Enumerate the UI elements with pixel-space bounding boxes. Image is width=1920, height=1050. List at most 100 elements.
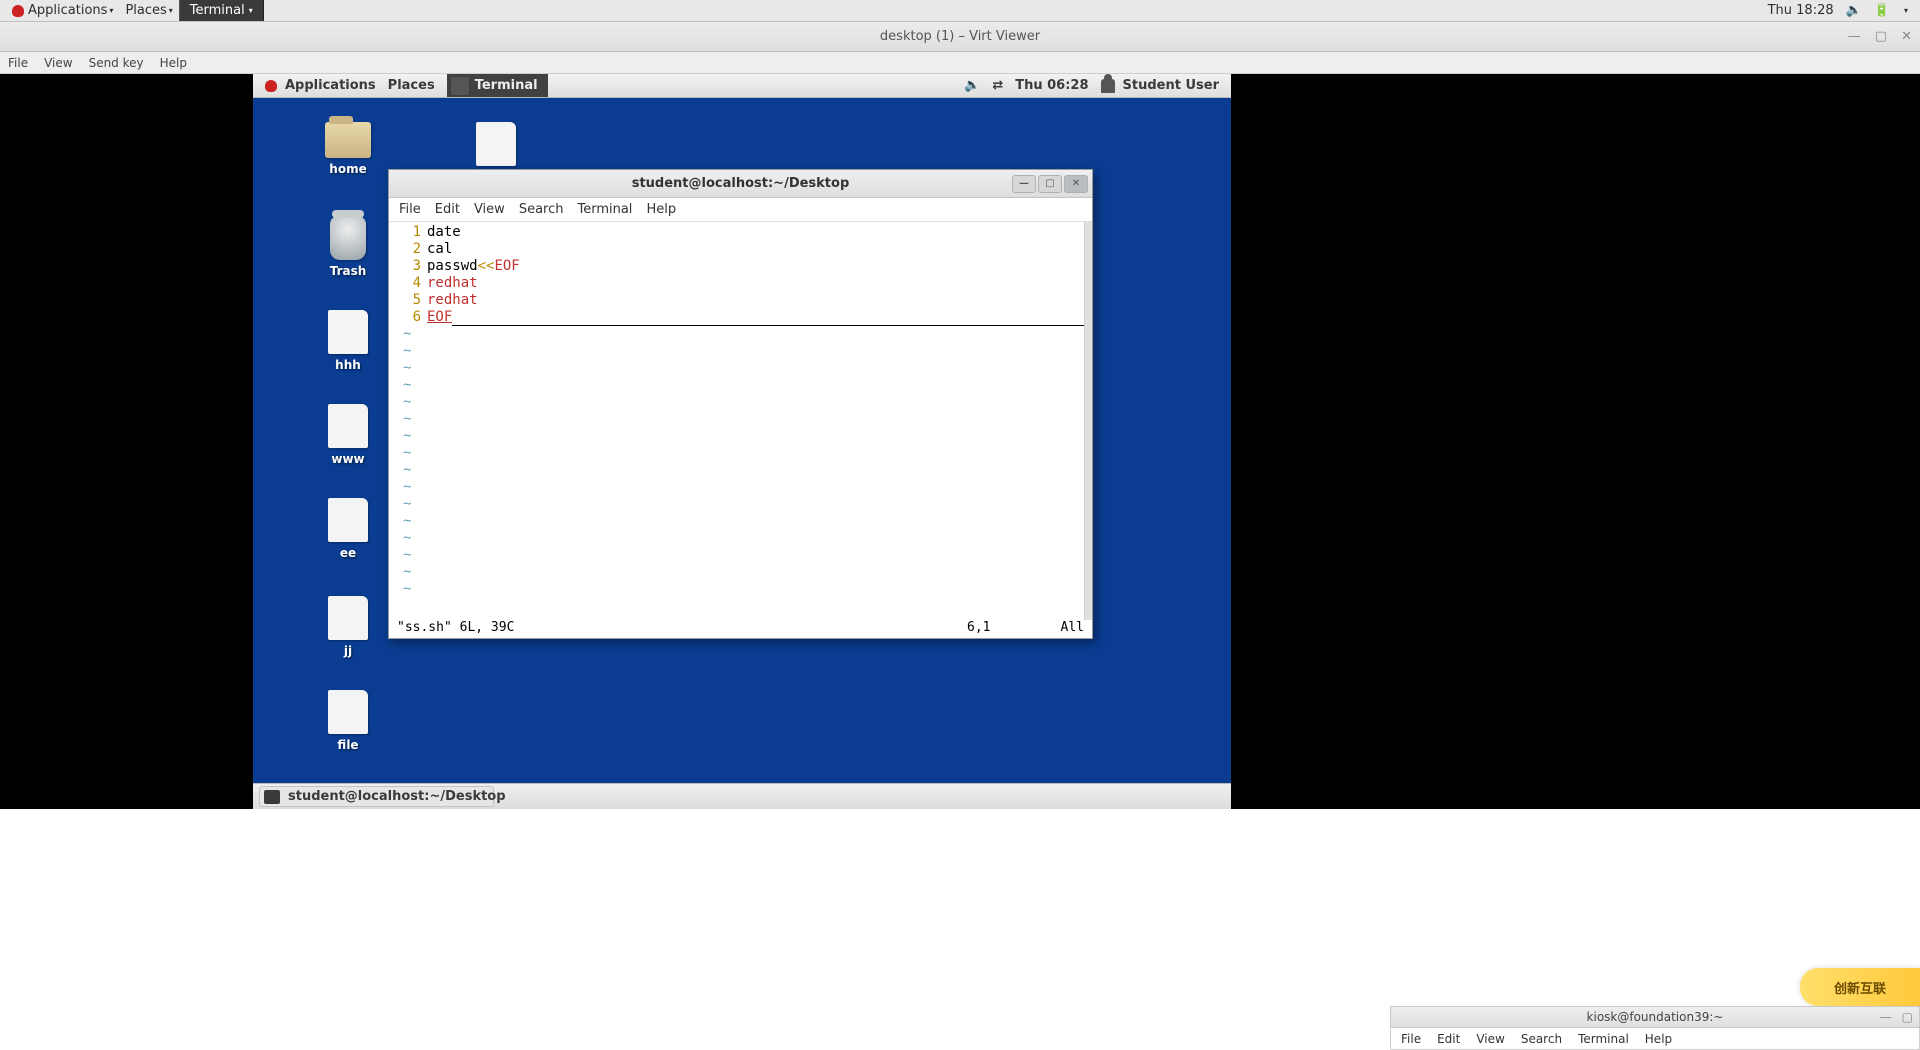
- status-file-info: "ss.sh" 6L, 39C: [397, 620, 514, 638]
- desktop-icon-jj[interactable]: jj: [313, 596, 383, 658]
- kiosk-terminal-window[interactable]: kiosk@foundation39:~ — ▢ File Edit View …: [1390, 1006, 1920, 1050]
- line-number: 5: [403, 292, 421, 309]
- desktop-icon-home[interactable]: home: [313, 122, 383, 176]
- kiosk-menu-search[interactable]: Search: [1521, 1032, 1562, 1046]
- chevron-down-icon: ▾: [1904, 6, 1908, 15]
- empty-line: ~: [403, 530, 1086, 547]
- host-task-terminal[interactable]: Terminal ▾: [179, 0, 264, 21]
- file-icon: [328, 310, 368, 354]
- window-close-button[interactable]: ✕: [1901, 29, 1912, 44]
- host-places-label: Places: [125, 3, 166, 18]
- code-line: redhat: [427, 275, 478, 292]
- taskbar-entry-label: student@localhost:~/Desktop: [288, 789, 506, 804]
- virt-viewer-titlebar[interactable]: desktop (1) – Virt Viewer — ▢ ✕: [0, 22, 1920, 52]
- virt-menu-file[interactable]: File: [8, 56, 28, 70]
- window-minimize-button[interactable]: —: [1880, 1010, 1892, 1024]
- cursor-underline: [452, 309, 1086, 326]
- code-line: redhat: [427, 292, 478, 309]
- empty-line: ~: [403, 326, 1086, 343]
- terminal-close-button[interactable]: ✕: [1064, 175, 1088, 193]
- guest-places-menu[interactable]: Places: [382, 74, 441, 97]
- line-number: 3: [403, 258, 421, 275]
- kiosk-menu-file[interactable]: File: [1401, 1032, 1421, 1046]
- terminal-menu-terminal[interactable]: Terminal: [577, 202, 632, 217]
- terminal-window[interactable]: student@localhost:~/Desktop — ▢ ✕ File E…: [388, 169, 1093, 639]
- desktop-icon-trash[interactable]: Trash: [313, 216, 383, 278]
- terminal-menu-file[interactable]: File: [399, 202, 421, 217]
- desktop-icon-file[interactable]: file: [313, 690, 383, 752]
- window-minimize-button[interactable]: —: [1848, 29, 1861, 44]
- taskbar-entry-terminal[interactable]: student@localhost:~/Desktop: [259, 786, 494, 807]
- user-icon: [1101, 79, 1115, 93]
- file-icon: [328, 404, 368, 448]
- host-clock[interactable]: Thu 18:28: [1762, 0, 1840, 21]
- virt-menu-view[interactable]: View: [44, 56, 72, 70]
- desktop-icon-label: www: [331, 452, 364, 466]
- window-maximize-button[interactable]: ▢: [1902, 1010, 1913, 1024]
- file-icon: [328, 690, 368, 734]
- empty-line: ~: [403, 547, 1086, 564]
- empty-line: ~: [403, 513, 1086, 530]
- desktop-icon-label: home: [329, 162, 366, 176]
- kiosk-menu-edit[interactable]: Edit: [1437, 1032, 1460, 1046]
- host-battery-icon[interactable]: 🔋: [1868, 0, 1896, 21]
- desktop-icon-www[interactable]: www: [313, 404, 383, 466]
- watermark-text: 创新互联: [1834, 978, 1886, 997]
- line-number: 2: [403, 241, 421, 258]
- terminal-titlebar[interactable]: student@localhost:~/Desktop — ▢ ✕: [389, 170, 1092, 198]
- kiosk-menubar: File Edit View Search Terminal Help: [1390, 1028, 1920, 1050]
- guest-places-label: Places: [388, 78, 435, 93]
- kiosk-menu-terminal[interactable]: Terminal: [1578, 1032, 1629, 1046]
- window-maximize-button[interactable]: ▢: [1875, 29, 1887, 44]
- desktop-icon-blank[interactable]: [461, 122, 531, 170]
- guest-user-menu[interactable]: Student User: [1095, 74, 1225, 97]
- host-clock-text: Thu 18:28: [1768, 3, 1834, 18]
- empty-line: ~: [403, 360, 1086, 377]
- terminal-menu-view[interactable]: View: [474, 202, 505, 217]
- kiosk-menu-view[interactable]: View: [1476, 1032, 1504, 1046]
- desktop-icon-label: hhh: [335, 358, 361, 372]
- vim-status-line: "ss.sh" 6L, 39C 6,1 All: [389, 620, 1092, 638]
- guest-task-terminal[interactable]: Terminal: [447, 74, 548, 97]
- guest-clock[interactable]: Thu 06:28: [1009, 74, 1094, 97]
- guest-clock-text: Thu 06:28: [1015, 78, 1088, 93]
- terminal-maximize-button[interactable]: ▢: [1038, 175, 1062, 193]
- terminal-minimize-button[interactable]: —: [1012, 175, 1036, 193]
- host-session-menu[interactable]: ▾: [1896, 0, 1914, 21]
- file-icon: [476, 122, 516, 166]
- terminal-body[interactable]: 1date 2cal 3 passwd<<EOF 4redhat 5redhat…: [389, 222, 1092, 620]
- kiosk-menu-help[interactable]: Help: [1645, 1032, 1672, 1046]
- chevron-down-icon: ▾: [249, 6, 253, 15]
- desktop-icon-ee[interactable]: ee: [313, 498, 383, 560]
- host-places-menu[interactable]: Places ▾: [119, 0, 178, 21]
- line-number: 1: [403, 224, 421, 241]
- code-line: cal: [427, 241, 452, 258]
- vm-viewport: Applications Places Terminal 🔈 ⇄ Thu 06:…: [0, 74, 1920, 809]
- guest-network-icon[interactable]: ⇄: [986, 74, 1009, 97]
- terminal-menu-search[interactable]: Search: [519, 202, 564, 217]
- host-applications-menu[interactable]: Applications ▾: [6, 0, 119, 21]
- terminal-menu-help[interactable]: Help: [646, 202, 676, 217]
- empty-line: ~: [403, 564, 1086, 581]
- host-volume-icon[interactable]: 🔈: [1840, 0, 1868, 21]
- guest-desktop[interactable]: Applications Places Terminal 🔈 ⇄ Thu 06:…: [253, 74, 1231, 809]
- terminal-scrollbar[interactable]: [1084, 222, 1092, 620]
- virt-menu-help[interactable]: Help: [160, 56, 187, 70]
- guest-applications-menu[interactable]: Applications: [259, 74, 382, 97]
- guest-volume-icon[interactable]: 🔈: [958, 74, 986, 97]
- terminal-title: student@localhost:~/Desktop: [632, 176, 850, 191]
- code-line: EOF: [427, 309, 452, 326]
- redhat-icon: [265, 80, 277, 92]
- guest-top-panel: Applications Places Terminal 🔈 ⇄ Thu 06:…: [253, 74, 1231, 98]
- guest-applications-label: Applications: [285, 78, 376, 93]
- code-line: date: [427, 224, 461, 241]
- desktop-icon-label: Trash: [330, 264, 367, 278]
- code-segment: EOF: [494, 258, 519, 275]
- kiosk-titlebar[interactable]: kiosk@foundation39:~ — ▢: [1390, 1006, 1920, 1028]
- terminal-menu-edit[interactable]: Edit: [435, 202, 460, 217]
- desktop-icon-hhh[interactable]: hhh: [313, 310, 383, 372]
- kiosk-title-text: kiosk@foundation39:~: [1587, 1010, 1724, 1024]
- empty-line: ~: [403, 411, 1086, 428]
- virt-menu-sendkey[interactable]: Send key: [89, 56, 144, 70]
- guest-bottom-panel: student@localhost:~/Desktop: [253, 783, 1231, 809]
